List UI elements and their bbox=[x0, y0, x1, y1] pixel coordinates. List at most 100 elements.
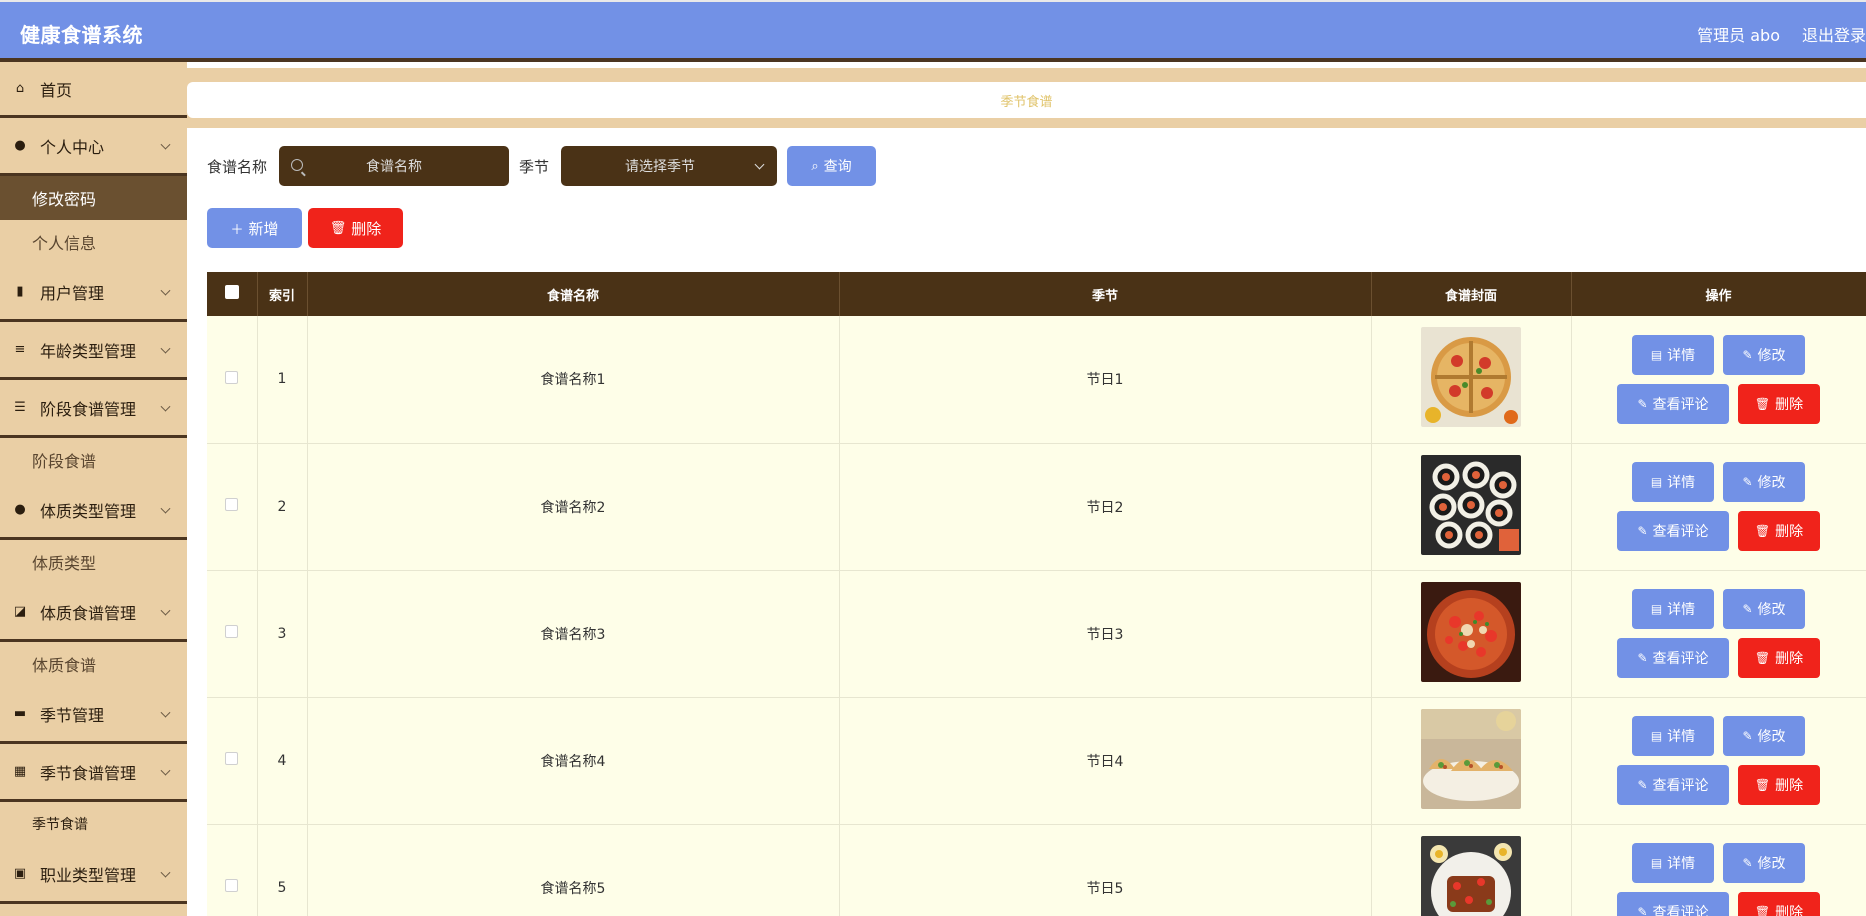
sidebar-subitem-9[interactable]: 体质类型 bbox=[0, 540, 187, 584]
add-button[interactable]: ＋ 新增 bbox=[207, 208, 302, 248]
sidebar-item-10[interactable]: ◪ 体质食谱管理 bbox=[0, 584, 187, 642]
sidebar: ⌂ 首页 ● 个人中心 修改密码 个人信息 ▮ 用户管理 ≡ 年龄类型管理 ☰ 阶段食谱管理 阶段食谱 ●… bbox=[0, 62, 187, 916]
edit-button[interactable]: ✎ 修改 bbox=[1723, 843, 1805, 883]
row-checkbox[interactable] bbox=[225, 879, 239, 892]
recipe-cover-image[interactable] bbox=[1421, 327, 1521, 428]
row-season: 节日3 bbox=[839, 570, 1372, 698]
edit-button-label: 修改 bbox=[1757, 347, 1786, 364]
trash-icon: 🗑 bbox=[1754, 524, 1771, 538]
view-comments-button[interactable]: ✎ 查看评论 bbox=[1617, 892, 1729, 916]
batch-delete-button[interactable]: 🗑 删除 bbox=[308, 208, 403, 248]
detail-button[interactable]: ▤ 详情 bbox=[1632, 462, 1714, 502]
sidebar-item-13[interactable]: ▦ 季节食谱管理 bbox=[0, 744, 187, 802]
breadcrumb: 季节食谱 bbox=[187, 82, 1866, 118]
recipe-cover-image[interactable] bbox=[1421, 708, 1521, 809]
sidebar-subitem-14[interactable]: 季节食谱 bbox=[0, 802, 187, 846]
row-checkbox[interactable] bbox=[225, 498, 239, 511]
row-cover-cell bbox=[1371, 824, 1572, 916]
sidebar-subitem-2[interactable]: 修改密码 bbox=[0, 176, 187, 220]
view-comments-button[interactable]: ✎ 查看评论 bbox=[1617, 638, 1729, 678]
edit-button-label: 修改 bbox=[1757, 602, 1786, 618]
table-row: 2 食谱名称2 节日2 ▤ 详情 ✎ 修改 ✎ 查看评论 🗑 删除 bbox=[207, 443, 1866, 571]
row-actions: ▤ 详情 ✎ 修改 ✎ 查看评论 🗑 删除 bbox=[1571, 824, 1866, 916]
edit-button-label: 修改 bbox=[1757, 856, 1786, 872]
pencil-icon: ✎ bbox=[1742, 475, 1753, 489]
table-row: 3 食谱名称3 节日3 ▤ 详情 ✎ 修改 ✎ 查看评论 🗑 删除 bbox=[207, 570, 1866, 698]
sidebar-item-6[interactable]: ☰ 阶段食谱管理 bbox=[0, 380, 187, 438]
delete-button[interactable]: 🗑 删除 bbox=[1738, 638, 1820, 678]
detail-button[interactable]: ▤ 详情 bbox=[1632, 843, 1714, 883]
chevron-down-icon bbox=[754, 159, 765, 170]
recipe-cover-image[interactable] bbox=[1421, 581, 1521, 682]
sidebar-item-1[interactable]: ● 个人中心 bbox=[0, 118, 187, 176]
chevron-down-icon bbox=[160, 139, 171, 150]
search-form: 食谱名称 食谱名称 季节 请选择季节 ⌕ 查询 bbox=[207, 146, 877, 186]
trash-icon: 🗑 bbox=[1754, 651, 1771, 665]
lightbulb-icon: ● bbox=[14, 502, 26, 517]
row-checkbox[interactable] bbox=[225, 370, 239, 384]
row-cover-cell bbox=[1371, 570, 1572, 698]
recipe-name-input[interactable]: 食谱名称 bbox=[279, 146, 510, 186]
query-button[interactable]: ⌕ 查询 bbox=[787, 146, 877, 186]
sidebar-item-4[interactable]: ▮ 用户管理 bbox=[0, 264, 187, 322]
edit-button[interactable]: ✎ 修改 bbox=[1723, 589, 1805, 629]
sidebar-subitem-3[interactable]: 个人信息 bbox=[0, 220, 187, 264]
document-icon: ▤ bbox=[1650, 856, 1663, 870]
trash-icon: 🗑 bbox=[1754, 778, 1771, 792]
pencil-icon: ✎ bbox=[1637, 396, 1648, 411]
view-comments-button[interactable]: ✎ 查看评论 bbox=[1617, 511, 1729, 551]
logout-link[interactable]: 退出登录 bbox=[1802, 22, 1866, 46]
sidebar-item-0[interactable]: ⌂ 首页 bbox=[0, 62, 187, 118]
top-header: 健康食谱系统 管理员 abo 退出登录 bbox=[0, 0, 1866, 62]
row-checkbox[interactable] bbox=[225, 625, 239, 638]
edit-button[interactable]: ✎ 修改 bbox=[1723, 716, 1805, 756]
detail-button[interactable]: ▤ 详情 bbox=[1632, 589, 1714, 629]
sidebar-item-15[interactable]: ▣ 职业类型管理 bbox=[0, 846, 187, 904]
sidebar-item-5[interactable]: ≡ 年龄类型管理 bbox=[0, 322, 187, 380]
detail-button[interactable]: ▤ 详情 bbox=[1632, 334, 1714, 375]
edit-button[interactable]: ✎ 修改 bbox=[1723, 462, 1805, 502]
chevron-down-icon bbox=[160, 707, 171, 718]
pencil-icon: ✎ bbox=[1637, 524, 1648, 538]
recipe-cover-image[interactable] bbox=[1421, 454, 1521, 555]
sidebar-item-label: 年龄类型管理 bbox=[40, 341, 137, 361]
table-row: 1 食谱名称1 节日1 ▤ 详情 ✎ 修改 ✎ 查看评论 🗑 删除 bbox=[207, 316, 1866, 444]
recipe-cover-image[interactable] bbox=[1421, 835, 1521, 916]
grid-icon: ▦ bbox=[13, 764, 27, 779]
chevron-down-icon bbox=[160, 867, 171, 878]
delete-button-label: 删除 bbox=[1775, 524, 1804, 540]
row-checkbox[interactable] bbox=[225, 752, 239, 765]
sidebar-item-label: 季节管理 bbox=[40, 705, 105, 725]
delete-button[interactable]: 🗑 删除 bbox=[1738, 765, 1820, 805]
sidebar-item-12[interactable]: ▬ 季节管理 bbox=[0, 686, 187, 744]
view-comments-button[interactable]: ✎ 查看评论 bbox=[1617, 383, 1729, 424]
delete-button[interactable]: 🗑 删除 bbox=[1738, 511, 1820, 551]
chevron-down-icon bbox=[160, 765, 171, 776]
column-header-name: 食谱名称 bbox=[307, 272, 840, 316]
app-title: 健康食谱系统 bbox=[20, 23, 143, 47]
detail-button[interactable]: ▤ 详情 bbox=[1632, 716, 1714, 756]
row-index: 4 bbox=[257, 697, 308, 825]
view-comments-label: 查看评论 bbox=[1652, 778, 1709, 794]
edit-button[interactable]: ✎ 修改 bbox=[1723, 334, 1805, 375]
breadcrumb-current: 季节食谱 bbox=[1000, 94, 1053, 110]
pencil-icon: ✎ bbox=[1742, 856, 1753, 870]
table-row: 4 食谱名称4 节日4 ▤ 详情 ✎ 修改 ✎ 查看评论 🗑 删除 bbox=[207, 697, 1866, 825]
select-all-header[interactable] bbox=[207, 272, 258, 316]
delete-button[interactable]: 🗑 删除 bbox=[1738, 892, 1820, 916]
sidebar-item-8[interactable]: ● 体质类型管理 bbox=[0, 482, 187, 540]
detail-button-label: 详情 bbox=[1667, 347, 1696, 364]
sidebar-subitem-7[interactable]: 阶段食谱 bbox=[0, 438, 187, 482]
sidebar-subitem-11[interactable]: 体质食谱 bbox=[0, 642, 187, 686]
row-season: 节日5 bbox=[839, 824, 1372, 916]
trash-icon: 🗑 bbox=[1754, 905, 1771, 916]
season-select[interactable]: 请选择季节 bbox=[561, 146, 778, 186]
season-placeholder: 请选择季节 bbox=[625, 159, 696, 175]
delete-button[interactable]: 🗑 删除 bbox=[1738, 383, 1820, 424]
select-all-checkbox[interactable] bbox=[224, 285, 239, 299]
table-row: 5 食谱名称5 节日5 ▤ 详情 ✎ 修改 ✎ 查看评论 🗑 删除 bbox=[207, 824, 1866, 916]
view-comments-button[interactable]: ✎ 查看评论 bbox=[1617, 765, 1729, 805]
user-icon: ● bbox=[14, 138, 26, 153]
row-actions: ▤ 详情 ✎ 修改 ✎ 查看评论 🗑 删除 bbox=[1571, 443, 1866, 571]
column-header-index: 索引 bbox=[257, 272, 308, 316]
